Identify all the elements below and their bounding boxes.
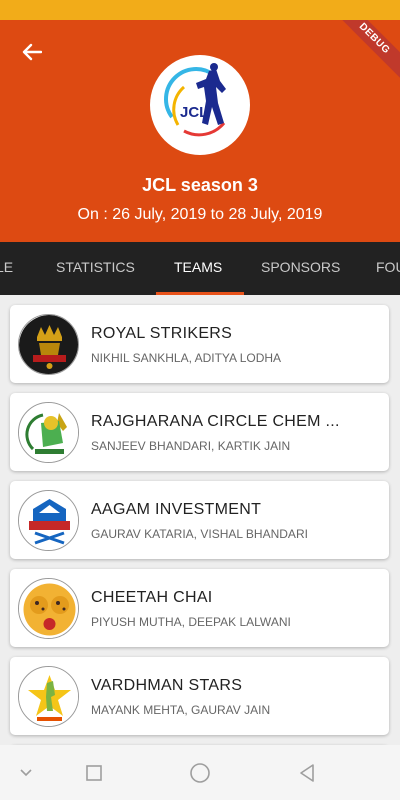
team-logo bbox=[18, 666, 79, 727]
debug-banner: DEBUG bbox=[325, 20, 400, 88]
team-card-royal-strikers[interactable]: ROYAL STRIKERS NIKHIL SANKHLA, ADITYA LO… bbox=[10, 305, 389, 383]
team-card-aagam-investment[interactable]: AAGAM INVESTMENT GAURAV KATARIA, VISHAL … bbox=[10, 481, 389, 559]
chevron-down-icon bbox=[20, 769, 32, 777]
circle-home-icon bbox=[190, 763, 210, 783]
season-header: DEBUG JCL JCL season 3 On : 26 July, 201… bbox=[0, 20, 400, 242]
logo-text: JCL bbox=[180, 104, 208, 121]
team-owners: SANJEEV BHANDARI, KARTIK JAIN bbox=[91, 439, 291, 453]
jcl-logo-icon: JCL bbox=[164, 63, 226, 137]
team-card-rajgharana-circle-chem[interactable]: RAJGHARANA CIRCLE CHEM ... SANJEEV BHAND… bbox=[10, 393, 389, 471]
team-card-vardhman-stars[interactable]: VARDHMAN STARS MAYANK MEHTA, GAURAV JAIN bbox=[10, 657, 389, 735]
nav-recents-button[interactable] bbox=[80, 759, 108, 787]
status-bar bbox=[0, 0, 400, 20]
team-name: VARDHMAN STARS bbox=[91, 677, 243, 694]
tab-teams[interactable]: TEAMS bbox=[174, 242, 222, 295]
vardhman-star-icon bbox=[19, 667, 78, 726]
tab-founders[interactable]: FOU bbox=[376, 242, 400, 295]
cheetah-chai-icon bbox=[19, 579, 78, 638]
team-owners: PIYUSH MUTHA, DEEPAK LALWANI bbox=[91, 615, 291, 629]
team-name: ROYAL STRIKERS bbox=[91, 325, 233, 342]
tab-sponsors[interactable]: SPONSORS bbox=[261, 242, 340, 295]
season-title: JCL season 3 bbox=[142, 175, 258, 195]
tab-bar: LE STATISTICS TEAMS SPONSORS FOU bbox=[0, 242, 400, 295]
aagam-shield-icon bbox=[19, 491, 78, 550]
league-logo: JCL bbox=[150, 55, 250, 155]
royal-strikers-crest-icon bbox=[19, 315, 78, 374]
rajgharana-lion-icon bbox=[19, 403, 78, 462]
team-list[interactable]: ROYAL STRIKERS NIKHIL SANKHLA, ADITYA LO… bbox=[0, 295, 400, 745]
season-dates: On : 26 July, 2019 to 28 July, 2019 bbox=[77, 206, 323, 223]
team-name: AAGAM INVESTMENT bbox=[91, 501, 262, 518]
team-owners: MAYANK MEHTA, GAURAV JAIN bbox=[91, 703, 271, 717]
square-icon bbox=[86, 765, 102, 781]
nav-back-button[interactable] bbox=[293, 759, 321, 787]
back-button[interactable] bbox=[14, 36, 50, 68]
team-card-cheetah-chai[interactable]: CHEETAH CHAI PIYUSH MUTHA, DEEPAK LALWAN… bbox=[10, 569, 389, 647]
team-name: CHEETAH CHAI bbox=[91, 589, 213, 606]
team-logo bbox=[18, 402, 79, 463]
system-nav-bar bbox=[0, 745, 400, 800]
team-logo bbox=[18, 578, 79, 639]
team-logo bbox=[18, 490, 79, 551]
triangle-back-icon bbox=[300, 764, 314, 782]
team-owners: GAURAV KATARIA, VISHAL BHANDARI bbox=[91, 527, 308, 541]
tab-schedule[interactable]: LE bbox=[0, 242, 13, 295]
team-logo bbox=[18, 314, 79, 375]
nav-hide-keyboard-button[interactable] bbox=[12, 759, 40, 787]
arrow-left-icon bbox=[22, 43, 42, 61]
tab-statistics[interactable]: STATISTICS bbox=[56, 242, 135, 295]
nav-home-button[interactable] bbox=[186, 759, 214, 787]
team-owners: NIKHIL SANKHLA, ADITYA LODHA bbox=[91, 351, 282, 365]
team-name: RAJGHARANA CIRCLE CHEM ... bbox=[91, 413, 340, 430]
